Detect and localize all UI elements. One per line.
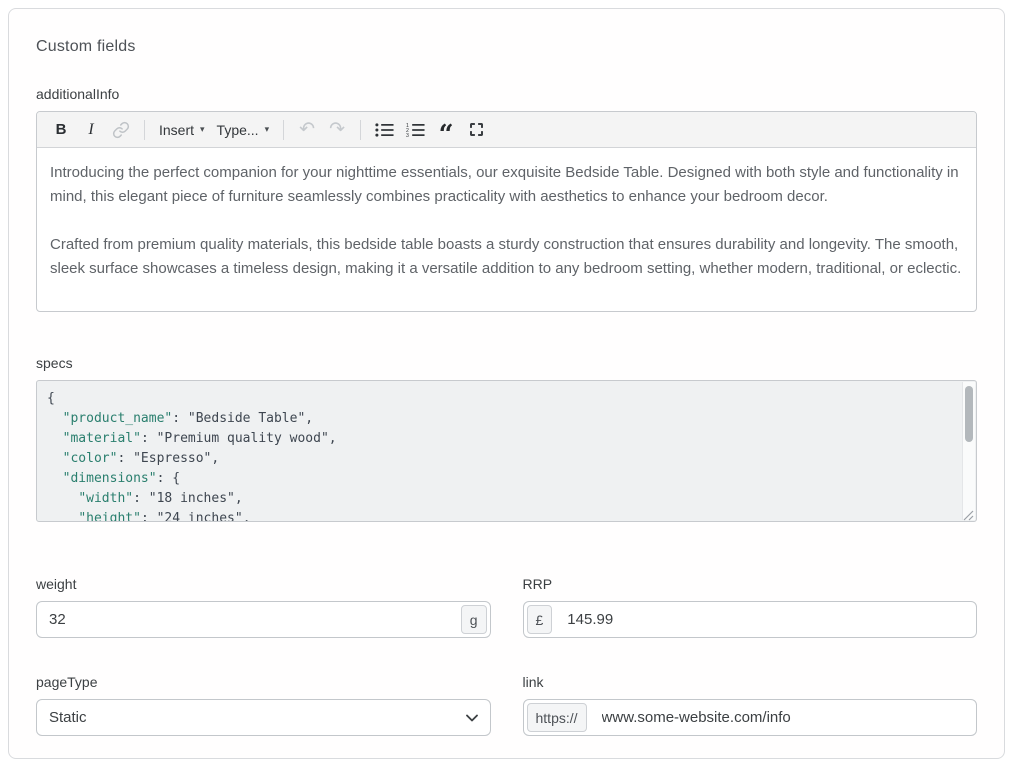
toolbar-divider <box>144 120 145 140</box>
custom-fields-card: Custom fields additionalInfo B I Insert … <box>8 8 1005 759</box>
custom-fields-grid: weight g RRP £ pageType Static <box>36 576 977 736</box>
insert-dropdown-label: Insert <box>159 122 194 138</box>
undo-button[interactable]: ↶ <box>293 116 321 144</box>
show-blocks-button[interactable] <box>462 116 490 144</box>
dashed-square-icon <box>470 123 483 136</box>
editor-paragraph: Crafted from premium quality materials, … <box>50 233 963 281</box>
blockquote-button[interactable]: “ <box>432 116 460 144</box>
link-button[interactable] <box>107 116 135 144</box>
rrp-input-group: £ <box>523 601 978 638</box>
chevron-down-icon: ▾ <box>200 124 205 135</box>
scrollbar-thumb[interactable] <box>965 386 973 442</box>
link-input[interactable] <box>590 700 976 735</box>
protocol-addon: https:// <box>527 703 587 732</box>
weight-label: weight <box>36 576 491 592</box>
page-type-select-wrap: Static <box>36 699 491 736</box>
rrp-input[interactable] <box>555 602 976 637</box>
toolbar-divider <box>283 120 284 140</box>
rrp-label: RRP <box>523 576 978 592</box>
rich-text-editor: B I Insert ▾ Type... ▾ ↶ ↷ <box>36 111 977 312</box>
additional-info-label: additionalInfo <box>36 86 977 102</box>
page-type-field: pageType Static <box>36 674 491 736</box>
chevron-down-icon: ▾ <box>265 124 270 135</box>
editor-toolbar: B I Insert ▾ Type... ▾ ↶ ↷ <box>37 112 976 148</box>
weight-field: weight g <box>36 576 491 638</box>
type-dropdown[interactable]: Type... ▾ <box>212 116 275 144</box>
bullet-list-icon <box>375 122 394 138</box>
svg-text:3: 3 <box>406 133 409 138</box>
redo-button[interactable]: ↷ <box>323 116 351 144</box>
page-type-select[interactable]: Static <box>36 699 491 736</box>
section-title: Custom fields <box>36 38 977 56</box>
rich-text-editor-content[interactable]: Introducing the perfect companion for yo… <box>37 148 976 311</box>
specs-label: specs <box>36 355 977 371</box>
link-label: link <box>523 674 978 690</box>
link-input-group: https:// <box>523 699 978 736</box>
insert-dropdown[interactable]: Insert ▾ <box>154 116 210 144</box>
type-dropdown-label: Type... <box>217 122 259 138</box>
numbered-list-icon: 1 2 3 <box>406 122 425 138</box>
italic-button[interactable]: I <box>77 116 105 144</box>
scrollbar[interactable] <box>962 382 975 520</box>
rrp-field: RRP £ <box>523 576 978 638</box>
numbered-list-button[interactable]: 1 2 3 <box>401 116 430 144</box>
toolbar-divider <box>360 120 361 140</box>
resize-handle[interactable] <box>963 508 974 519</box>
specs-code-editor[interactable]: { "product_name": "Bedside Table", "mate… <box>36 380 977 522</box>
bullet-list-button[interactable] <box>370 116 399 144</box>
weight-unit-addon: g <box>461 605 487 634</box>
editor-paragraph: Introducing the perfect companion for yo… <box>50 161 963 209</box>
page-type-label: pageType <box>36 674 491 690</box>
currency-addon: £ <box>527 605 553 634</box>
specs-code: { "product_name": "Bedside Table", "mate… <box>37 381 976 521</box>
link-icon <box>112 121 130 139</box>
weight-input-group: g <box>36 601 491 638</box>
link-field: link https:// <box>523 674 978 736</box>
bold-button[interactable]: B <box>47 116 75 144</box>
weight-input[interactable] <box>37 602 458 637</box>
